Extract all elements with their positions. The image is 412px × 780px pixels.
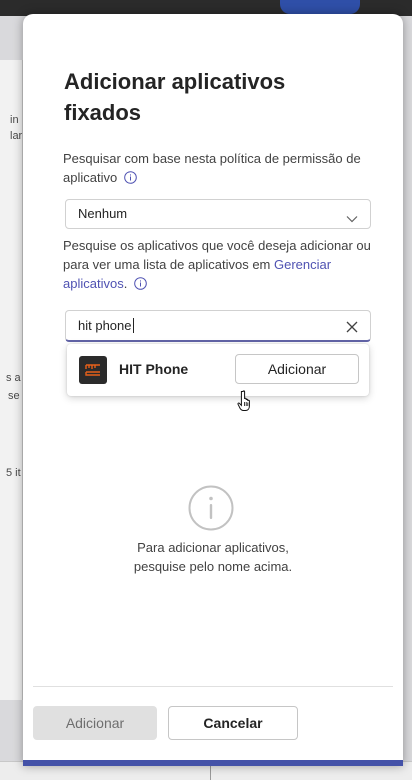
empty-state-line: pesquise pelo nome acima.	[133, 559, 293, 574]
empty-state-text: Para adicionar aplicativos, pesquise pel…	[113, 538, 313, 576]
text-caret	[132, 318, 134, 333]
close-icon[interactable]	[346, 320, 358, 338]
background-text-fragment: lar	[10, 130, 23, 142]
add-pinned-apps-panel: Adicionar aplicativos fixados Pesquisar …	[23, 14, 403, 766]
policy-label-text: Pesquisar com base nesta política de per…	[63, 151, 361, 185]
info-icon[interactable]	[134, 276, 147, 295]
add-button[interactable]: Adicionar	[33, 706, 157, 740]
search-value-text: hit phone	[78, 318, 132, 333]
info-icon[interactable]	[124, 170, 137, 189]
search-value: hit phone	[78, 318, 134, 333]
policy-label: Pesquisar com base nesta política de per…	[63, 149, 383, 189]
background-text-fragment: 5 it	[6, 467, 21, 479]
app-name: HIT Phone	[119, 361, 189, 377]
background-text-fragment: se	[8, 390, 20, 402]
info-icon	[187, 484, 235, 537]
hit-phone-app-icon	[79, 356, 107, 384]
cancel-button[interactable]: Cancelar	[168, 706, 298, 740]
empty-state-line: Para adicionar aplicativos,	[137, 540, 289, 555]
add-app-button[interactable]: Adicionar	[235, 354, 359, 384]
background-pill	[280, 0, 360, 14]
chevron-down-icon	[346, 210, 358, 228]
background-text-fragment: in	[10, 114, 19, 126]
description-suffix: .	[123, 276, 128, 291]
select-value: Nenhum	[78, 206, 128, 221]
search-result-item[interactable]: HIT Phone Adicionar	[67, 344, 369, 396]
hand-cursor-icon	[237, 390, 255, 417]
footer-divider	[33, 686, 393, 687]
app-search-input[interactable]: hit phone	[65, 310, 371, 342]
permission-policy-select[interactable]: Nenhum	[65, 199, 371, 229]
panel-title: Adicionar aplicativos fixados	[64, 69, 286, 125]
background-text-fragment: s a	[6, 372, 21, 384]
bottom-accent-bar	[23, 760, 403, 766]
search-description: Pesquise os aplicativos que você deseja …	[63, 236, 373, 295]
